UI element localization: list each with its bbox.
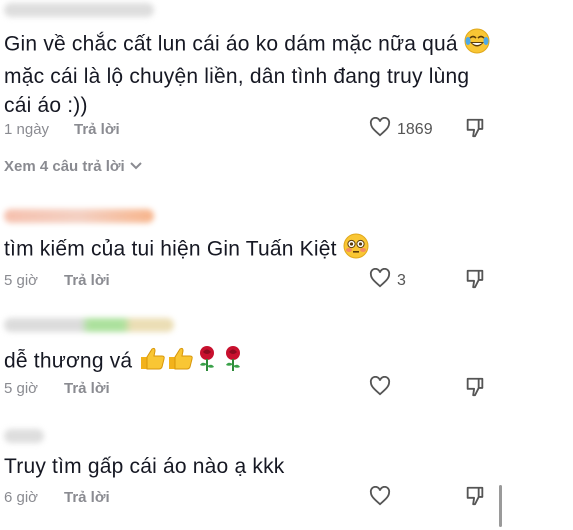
comment-time: 5 giờ	[4, 380, 39, 397]
comment-time: 6 giờ	[4, 489, 39, 506]
like-count: 3	[397, 271, 406, 289]
heart-icon	[369, 375, 391, 401]
thumbs-down-icon	[464, 486, 486, 511]
thumbs-up-icon	[166, 345, 194, 379]
like-button[interactable]	[369, 485, 391, 511]
reply-button[interactable]: Trả lời	[74, 121, 120, 138]
thumbs-down-icon	[464, 377, 486, 402]
heart-icon	[369, 116, 391, 142]
thumbs-up-icon	[138, 345, 166, 379]
comment-text-line-1: tìm kiếm của tui hiện Gin Tuấn Kiệt	[4, 237, 337, 261]
dislike-button[interactable]	[464, 485, 486, 512]
comment-text-line-1: Gin về chắc cất lun cái áo ko dám mặc nữ…	[4, 32, 458, 56]
comment-meta: 5 giờ Trả lời	[4, 272, 110, 289]
heart-icon	[369, 485, 391, 511]
comment-meta: 1 ngày Trả lời	[4, 121, 120, 138]
dislike-button[interactable]	[464, 268, 486, 295]
comment-time: 1 ngày	[4, 121, 50, 138]
comment-text-line-2: mặc cái là lộ chuyện liền, dân tình đang…	[4, 65, 470, 88]
dislike-button[interactable]	[464, 117, 486, 144]
dislike-button[interactable]	[464, 376, 486, 403]
blurred-username[interactable]	[4, 3, 154, 17]
blurred-username[interactable]	[4, 429, 44, 443]
like-button[interactable]: 3	[369, 267, 406, 293]
chevron-down-icon	[129, 158, 143, 175]
reply-button[interactable]: Trả lời	[64, 272, 110, 289]
reply-button[interactable]: Trả lời	[64, 489, 110, 506]
comment-meta: 5 giờ Trả lời	[4, 380, 110, 397]
flushed-face-icon	[343, 233, 369, 267]
like-button[interactable]: 1869	[369, 116, 433, 142]
like-button[interactable]	[369, 375, 391, 401]
comment-text-line-1: dễ thương vá	[4, 349, 133, 373]
comment-text: dễ thương vá	[4, 344, 503, 380]
view-replies-label: Xem 4 câu trả lời	[4, 158, 125, 175]
scrollbar[interactable]	[499, 485, 502, 527]
laughing-tears-icon	[464, 28, 490, 62]
thumbs-down-icon	[464, 118, 486, 143]
comment-time: 5 giờ	[4, 272, 39, 289]
comment-text: Truy tìm gấp cái áo nào ạ kkk	[4, 452, 503, 481]
view-replies-button[interactable]: Xem 4 câu trả lời	[4, 158, 143, 175]
comment-text-line-3: cái áo :))	[4, 94, 88, 117]
blurred-username[interactable]	[4, 318, 174, 332]
rose-icon	[220, 344, 246, 380]
comment-text: Gin về chắc cất lun cái áo ko dám mặc nữ…	[4, 28, 513, 120]
like-count: 1869	[397, 120, 433, 138]
comment-text: tìm kiếm của tui hiện Gin Tuấn Kiệt	[4, 233, 503, 267]
blurred-username[interactable]	[4, 209, 154, 223]
reply-button[interactable]: Trả lời	[64, 380, 110, 397]
thumbs-down-icon	[464, 269, 486, 294]
comment-meta: 6 giờ Trả lời	[4, 489, 110, 506]
comment-text-line-1: Truy tìm gấp cái áo nào ạ kkk	[4, 455, 285, 478]
heart-icon	[369, 267, 391, 293]
rose-icon	[194, 344, 220, 380]
